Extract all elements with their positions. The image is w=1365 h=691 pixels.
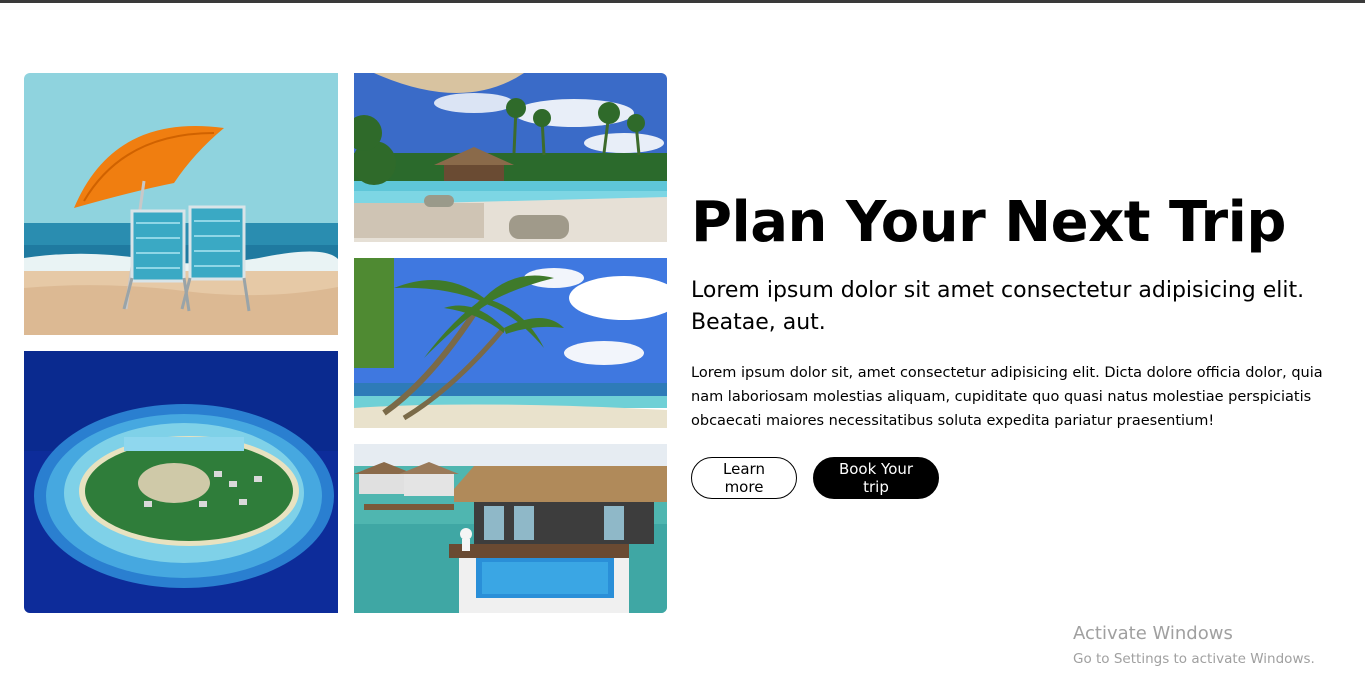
resort-pool-photo [354, 73, 667, 242]
beach-umbrella-photo [24, 73, 338, 335]
hero-description: Lorem ipsum dolor sit, amet consectetur … [691, 365, 1323, 429]
page-title: Plan Your Next Trip [691, 190, 1286, 255]
learn-more-button[interactable]: Learn more [691, 457, 797, 499]
activate-windows-watermark: Activate Windows Go to Settings to activ… [1073, 622, 1315, 668]
watermark-title: Activate Windows [1073, 623, 1233, 644]
palm-beach-photo [354, 258, 667, 428]
island-aerial-photo [24, 351, 338, 613]
hero-content: Plan Your Next Trip Lorem ipsum dolor si… [691, 185, 1351, 499]
hero-actions: Learn more Book Your trip [691, 457, 1351, 499]
overwater-villa-photo [354, 444, 667, 613]
hero-subtitle: Lorem ipsum dolor sit amet consectetur a… [691, 278, 1305, 335]
window-top-bar [0, 0, 1365, 3]
watermark-subtitle: Go to Settings to activate Windows. [1073, 651, 1315, 667]
book-trip-button[interactable]: Book Your trip [813, 457, 939, 499]
